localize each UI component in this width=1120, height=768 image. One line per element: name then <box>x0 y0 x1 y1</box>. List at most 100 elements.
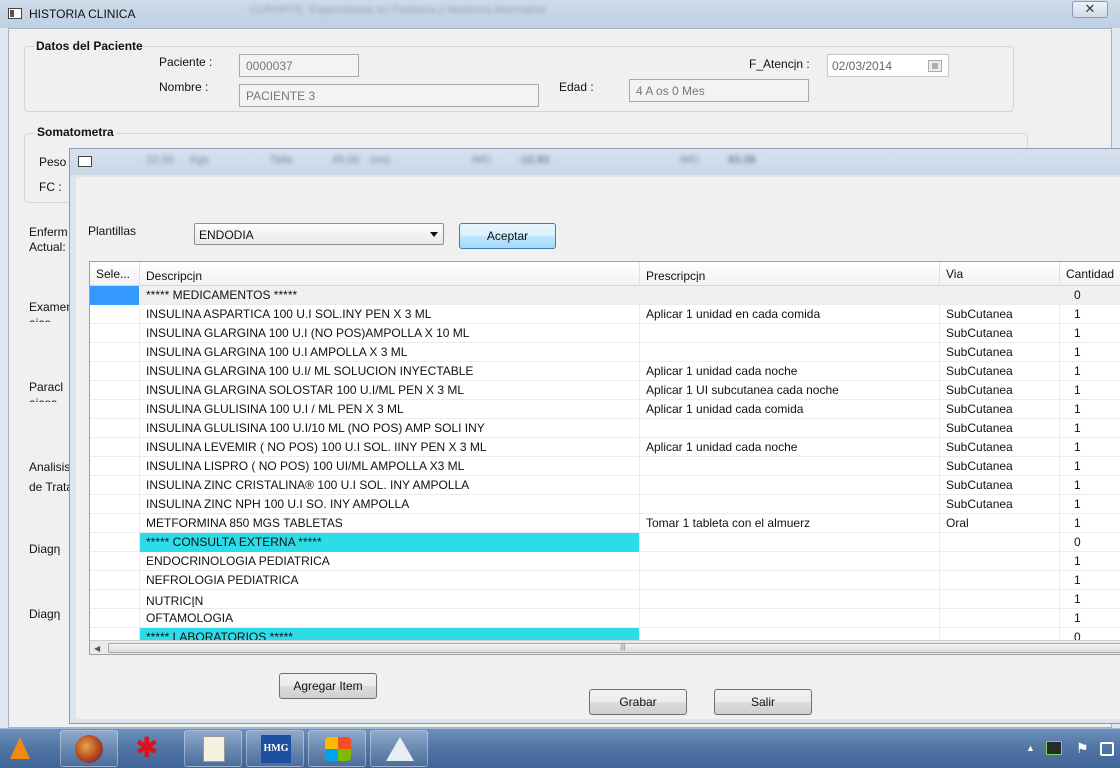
salir-button[interactable]: Salir <box>714 689 812 715</box>
cell-cantidad[interactable]: 1 <box>1060 324 1120 343</box>
cell-via[interactable] <box>940 590 1060 609</box>
cell-prescripcion[interactable] <box>640 457 940 476</box>
scrollbar-thumb[interactable]: ||| <box>108 643 1120 653</box>
cell-cantidad[interactable]: 1 <box>1060 438 1120 457</box>
cell-via[interactable]: SubCutanea <box>940 419 1060 438</box>
cell-seleccion[interactable] <box>90 419 140 438</box>
column-header-descripcion[interactable]: Descripciฺn <box>140 262 640 286</box>
cell-cantidad[interactable]: 1 <box>1060 495 1120 514</box>
table-row[interactable]: INSULINA GLULISINA 100 U.I/10 ML (NO POS… <box>90 419 1120 438</box>
cell-via[interactable]: SubCutanea <box>940 324 1060 343</box>
cell-seleccion[interactable] <box>90 343 140 362</box>
cell-descripcion[interactable]: INSULINA ZINC NPH 100 U.I SO. INY AMPOLL… <box>140 495 640 514</box>
cell-prescripcion[interactable] <box>640 552 940 571</box>
plantillas-select[interactable]: ENDODIA <box>194 223 444 245</box>
cell-via[interactable]: SubCutanea <box>940 305 1060 324</box>
cell-seleccion[interactable] <box>90 476 140 495</box>
power-icon[interactable] <box>1100 742 1114 756</box>
table-row[interactable]: INSULINA LISPRO ( NO POS) 100 UI/ML AMPO… <box>90 457 1120 476</box>
aceptar-button[interactable]: Aceptar <box>459 223 556 249</box>
cell-seleccion[interactable] <box>90 457 140 476</box>
cell-seleccion[interactable] <box>90 533 140 552</box>
cell-via[interactable]: SubCutanea <box>940 457 1060 476</box>
cell-prescripcion[interactable] <box>640 324 940 343</box>
table-row[interactable]: INSULINA ASPARTICA 100 U.I SOL.INY PEN X… <box>90 305 1120 324</box>
cell-descripcion[interactable]: OFTAMOLOGIA <box>140 609 640 628</box>
table-row[interactable]: ENDOCRINOLOGIA PEDIATRICA 1 <box>90 552 1120 571</box>
vlc-icon[interactable] <box>10 737 30 759</box>
cell-via[interactable]: SubCutanea <box>940 495 1060 514</box>
cell-seleccion[interactable] <box>90 590 140 609</box>
cell-cantidad[interactable]: 1 <box>1060 609 1120 628</box>
cell-cantidad[interactable]: 1 <box>1060 571 1120 590</box>
horizontal-scrollbar[interactable]: ◀ ||| <box>90 640 1120 654</box>
cell-cantidad[interactable]: 1 <box>1060 362 1120 381</box>
cell-via[interactable]: SubCutanea <box>940 381 1060 400</box>
fecha-atencion-field[interactable]: 02/03/2014 ▦ <box>827 54 949 77</box>
cell-descripcion[interactable]: INSULINA GLARGINA SOLOSTAR 100 U.I/ML PE… <box>140 381 640 400</box>
cell-cantidad[interactable]: 1 <box>1060 305 1120 324</box>
taskbar-windows[interactable] <box>308 730 366 767</box>
agregar-item-button[interactable]: Agregar Item <box>279 673 377 699</box>
table-row[interactable]: INSULINA GLARGINA 100 U.I/ ML SOLUCION I… <box>90 362 1120 381</box>
cell-seleccion[interactable] <box>90 305 140 324</box>
cell-cantidad[interactable]: 1 <box>1060 381 1120 400</box>
table-row[interactable]: INSULINA ZINC CRISTALINA® 100 U.I SOL. I… <box>90 476 1120 495</box>
taskbar-pyramid[interactable] <box>370 730 428 767</box>
cell-seleccion[interactable] <box>90 362 140 381</box>
cell-descripcion[interactable]: ***** MEDICAMENTOS ***** <box>140 286 640 305</box>
cell-cantidad[interactable]: 1 <box>1060 476 1120 495</box>
edad-field[interactable]: 4 A os 0 Mes <box>629 79 809 102</box>
cell-via[interactable]: SubCutanea <box>940 343 1060 362</box>
table-row[interactable]: NEFROLOGIA PEDIATRICA 1 <box>90 571 1120 590</box>
cell-cantidad[interactable]: 1 <box>1060 514 1120 533</box>
table-row[interactable]: INSULINA GLARGINA SOLOSTAR 100 U.I/ML PE… <box>90 381 1120 400</box>
cell-via[interactable] <box>940 533 1060 552</box>
cell-prescripcion[interactable]: Aplicar 1 unidad cada noche <box>640 438 940 457</box>
scroll-left-icon[interactable]: ◀ <box>94 644 100 653</box>
cell-descripcion[interactable]: METFORMINA 850 MGS TABLETAS <box>140 514 640 533</box>
close-button[interactable]: ✕ <box>1072 1 1108 18</box>
cell-descripcion[interactable]: INSULINA LISPRO ( NO POS) 100 UI/ML AMPO… <box>140 457 640 476</box>
nombre-field[interactable]: PACIENTE 3 <box>239 84 539 107</box>
table-row[interactable]: METFORMINA 850 MGS TABLETAS Tomar 1 table… <box>90 514 1120 533</box>
cell-seleccion[interactable] <box>90 400 140 419</box>
column-header-cantidad[interactable]: Cantidad <box>1060 262 1120 286</box>
cell-prescripcion[interactable] <box>640 343 940 362</box>
cell-seleccion[interactable] <box>90 514 140 533</box>
table-row[interactable]: INSULINA LEVEMIR ( NO POS) 100 U.I SOL. … <box>90 438 1120 457</box>
column-header-via[interactable]: Via <box>940 262 1060 286</box>
cell-descripcion[interactable]: INSULINA GLARGINA 100 U.I/ ML SOLUCION I… <box>140 362 640 381</box>
cell-descripcion[interactable]: INSULINA GLULISINA 100 U.I/10 ML (NO POS… <box>140 419 640 438</box>
taskbar-search-doc[interactable] <box>184 730 242 767</box>
grabar-button[interactable]: Grabar <box>589 689 687 715</box>
cell-descripcion[interactable]: INSULINA GLULISINA 100 U.I / ML PEN X 3 … <box>140 400 640 419</box>
cell-prescripcion[interactable]: Tomar 1 tableta con el almuerz <box>640 514 940 533</box>
cell-seleccion[interactable] <box>90 438 140 457</box>
cell-prescripcion[interactable]: Aplicar 1 unidad en cada comida <box>640 305 940 324</box>
cell-seleccion[interactable] <box>90 495 140 514</box>
table-row[interactable]: ***** CONSULTA EXTERNA ***** 0 <box>90 533 1120 552</box>
cell-descripcion[interactable]: INSULINA LEVEMIR ( NO POS) 100 U.I SOL. … <box>140 438 640 457</box>
cell-via[interactable] <box>940 609 1060 628</box>
cell-via[interactable]: SubCutanea <box>940 400 1060 419</box>
cell-seleccion[interactable] <box>90 609 140 628</box>
cell-cantidad[interactable]: 1 <box>1060 400 1120 419</box>
cell-cantidad[interactable]: 0 <box>1060 533 1120 552</box>
cell-seleccion[interactable] <box>90 381 140 400</box>
cell-cantidad[interactable]: 1 <box>1060 590 1120 609</box>
cell-prescripcion[interactable]: Aplicar 1 unidad cada comida <box>640 400 940 419</box>
column-header-prescripcion[interactable]: Prescripciฺn <box>640 262 940 286</box>
cell-descripcion[interactable]: NUTRICIฺN <box>140 590 640 609</box>
network-icon[interactable] <box>1046 741 1062 755</box>
table-row[interactable]: INSULINA ZINC NPH 100 U.I SO. INY AMPOLL… <box>90 495 1120 514</box>
cell-descripcion[interactable]: INSULINA GLARGINA 100 U.I (NO POS)AMPOLL… <box>140 324 640 343</box>
cell-prescripcion[interactable] <box>640 571 940 590</box>
tray-expand-icon[interactable]: ▲ <box>1026 743 1035 753</box>
cell-prescripcion[interactable]: Aplicar 1 UI subcutanea cada noche <box>640 381 940 400</box>
cell-via[interactable]: SubCutanea <box>940 438 1060 457</box>
cell-cantidad[interactable]: 1 <box>1060 343 1120 362</box>
cell-seleccion[interactable] <box>90 571 140 590</box>
cell-via[interactable] <box>940 571 1060 590</box>
cell-via[interactable]: SubCutanea <box>940 476 1060 495</box>
